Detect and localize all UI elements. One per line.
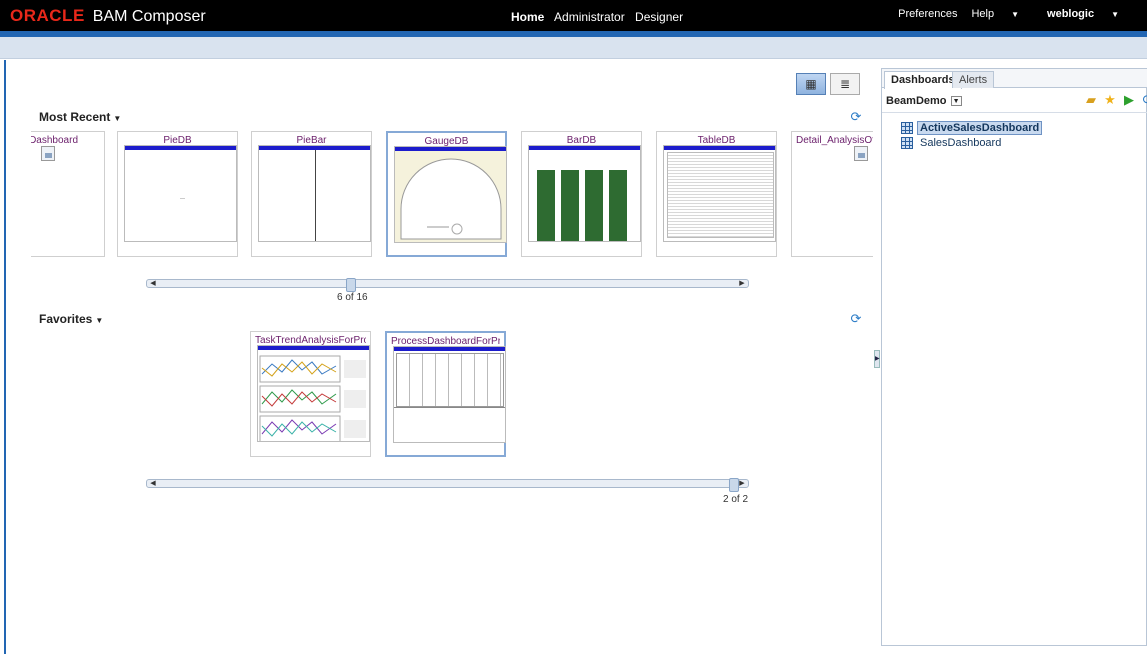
play-icon[interactable]: ▶ bbox=[1122, 93, 1136, 107]
nav-designer[interactable]: Designer bbox=[635, 10, 683, 24]
left-frame-border bbox=[4, 60, 6, 654]
tile-thumbnail bbox=[663, 145, 776, 242]
tree-item[interactable]: ActiveSalesDashboard bbox=[901, 120, 1043, 135]
most-recent-title: Most Recent bbox=[39, 110, 111, 124]
folder-selector-label: BeamDemo bbox=[886, 95, 947, 107]
broken-image-icon bbox=[854, 146, 868, 161]
refresh-icon[interactable]: ⟳ bbox=[849, 110, 863, 124]
dashboard-tile[interactable]: BarDB bbox=[521, 131, 642, 257]
user-menu[interactable]: weblogic ▼ bbox=[1047, 8, 1133, 20]
main-nav: Home Administrator Designer bbox=[511, 10, 690, 24]
scroll-right-icon[interactable]: ▶ bbox=[737, 479, 747, 488]
refresh-icon[interactable]: ⟳ bbox=[849, 312, 863, 326]
gauge-thumbnail bbox=[400, 158, 502, 240]
dashboard-icon bbox=[901, 121, 913, 134]
list-view-icon: ≣ bbox=[839, 77, 851, 91]
dashboard-tile[interactable]: TaskTrendAnalysisForProcess bbox=[250, 331, 371, 457]
view-toggle: ▦ ≣ bbox=[796, 73, 860, 95]
dashboard-tile[interactable]: GaugeDB bbox=[386, 131, 507, 257]
user-label: weblogic bbox=[1047, 8, 1095, 20]
product-name: BAM Composer bbox=[92, 8, 206, 25]
favorites-scrollbar[interactable]: ◀ ▶ bbox=[146, 478, 749, 492]
chevron-down-icon: ▼ bbox=[113, 114, 122, 123]
most-recent-pager: 6 of 16 bbox=[337, 292, 368, 303]
most-recent-header[interactable]: Most Recent ▼ bbox=[39, 110, 121, 124]
scroll-left-icon[interactable]: ◀ bbox=[148, 479, 158, 488]
favorites-header[interactable]: Favorites ▼ bbox=[39, 312, 103, 326]
tile-thumbnail bbox=[394, 146, 507, 243]
main-content: ▦ ≣ Most Recent▼ ⟳ sDashboard PieDB PieB… bbox=[7, 60, 873, 654]
broken-image-icon bbox=[41, 146, 55, 161]
scroll-thumb[interactable] bbox=[346, 278, 356, 292]
dashboard-tile[interactable]: Detail_AnalysisOfc bbox=[791, 131, 873, 257]
grid-view-button[interactable]: ▦ bbox=[796, 73, 826, 95]
panel-collapse-handle[interactable]: ▶ bbox=[874, 350, 880, 368]
nav-home[interactable]: Home bbox=[511, 10, 544, 24]
header-actions: Preferences Help ▼ weblogic ▼ bbox=[898, 8, 1147, 20]
list-view-button[interactable]: ≣ bbox=[830, 73, 860, 95]
chevron-down-icon: ▼ bbox=[1111, 10, 1119, 19]
tree-item[interactable]: SalesDashboard bbox=[901, 135, 1042, 150]
dashboard-tile[interactable]: ProcessDashboardForProcess bbox=[385, 331, 506, 457]
dashboard-tile[interactable]: sDashboard bbox=[31, 131, 105, 257]
tile-thumbnail bbox=[528, 145, 641, 242]
panel-toolbar: BeamDemo▼ ▰ ★ ▶ ⟳ bbox=[882, 89, 1147, 113]
grid-view-icon: ▦ bbox=[805, 77, 817, 91]
help-label: Help bbox=[971, 8, 995, 20]
folder-icon[interactable]: ▰ bbox=[1084, 93, 1098, 107]
preferences-link[interactable]: Preferences bbox=[898, 8, 957, 20]
tile-thumbnail bbox=[393, 346, 506, 443]
dropdown-icon: ▼ bbox=[950, 96, 962, 107]
dashboard-tile[interactable]: TableDB bbox=[656, 131, 777, 257]
tile-thumbnail bbox=[257, 345, 370, 442]
tree-item-label: ActiveSalesDashboard bbox=[917, 120, 1043, 135]
top-header: ORACLE BAM Composer Home Administrator D… bbox=[0, 0, 1147, 31]
most-recent-strip: sDashboard PieDB PieBar GaugeDB bbox=[31, 131, 873, 261]
dashboard-icon bbox=[901, 136, 913, 149]
dashboard-tile[interactable]: PieDB bbox=[117, 131, 238, 257]
tile-thumbnail bbox=[258, 145, 371, 242]
star-icon[interactable]: ★ bbox=[1103, 93, 1117, 107]
dashboard-tree: ActiveSalesDashboard SalesDashboard bbox=[901, 120, 1043, 150]
tile-title: sDashboard bbox=[31, 135, 78, 146]
favorites-strip: TaskTrendAnalysisForProcess bbox=[250, 331, 520, 461]
panel-actions: ▰ ★ ▶ ⟳ bbox=[1084, 93, 1147, 107]
oracle-logo: ORACLE bbox=[10, 6, 85, 25]
favorites-title: Favorites bbox=[39, 312, 93, 326]
chevron-down-icon: ▼ bbox=[1011, 10, 1020, 19]
dashboard-tile[interactable]: PieBar bbox=[251, 131, 372, 257]
nav-administrator[interactable]: Administrator bbox=[554, 10, 625, 24]
folder-selector[interactable]: BeamDemo ▼ bbox=[886, 95, 962, 107]
trend-thumbnail bbox=[259, 355, 366, 441]
tree-item-label: SalesDashboard bbox=[920, 136, 1002, 149]
tile-thumbnail bbox=[124, 145, 237, 242]
sub-toolbar bbox=[0, 37, 1147, 59]
favorites-pager: 2 of 2 bbox=[723, 494, 749, 505]
scroll-right-icon[interactable]: ▶ bbox=[737, 279, 747, 288]
help-menu[interactable]: Help ▼ bbox=[971, 8, 1033, 20]
tab-dashboards[interactable]: Dashboards bbox=[884, 71, 962, 89]
panel-tabs: Dashboards Alerts bbox=[882, 69, 1147, 89]
most-recent-scrollbar[interactable]: ◀ ▶ bbox=[146, 278, 749, 292]
refresh-icon[interactable]: ⟳ bbox=[1141, 93, 1147, 107]
tile-title: Detail_AnalysisOfc bbox=[796, 135, 873, 146]
tab-alerts[interactable]: Alerts bbox=[952, 71, 995, 88]
chevron-down-icon: ▼ bbox=[95, 316, 104, 325]
brand-logo: ORACLE BAM Composer bbox=[10, 6, 206, 26]
scroll-left-icon[interactable]: ◀ bbox=[148, 279, 158, 288]
right-panel: Dashboards Alerts BeamDemo▼ ▰ ★ ▶ ⟳ Acti… bbox=[881, 68, 1147, 646]
